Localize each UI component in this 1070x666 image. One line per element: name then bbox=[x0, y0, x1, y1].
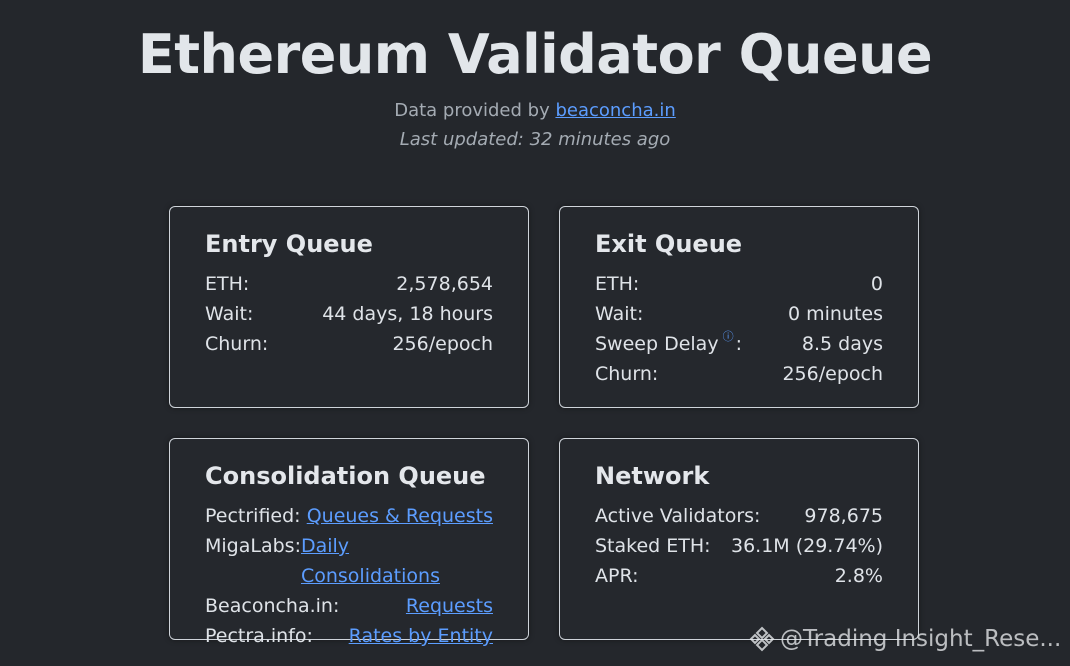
active-validators-row: Active Validators: 978,675 bbox=[595, 501, 883, 531]
exit-churn-label: Churn: bbox=[595, 363, 659, 385]
exit-eth-value: 0 bbox=[870, 273, 883, 295]
network-title: Network bbox=[595, 462, 710, 490]
exit-sweep-delay-value: 8.5 days bbox=[801, 333, 883, 355]
pectra-info-label: Pectra.info: bbox=[205, 625, 313, 647]
watermark: @Trading Insight_Rese... bbox=[748, 625, 1061, 653]
exit-queue-card: Exit Queue ETH: 0 Wait: 0 minutes Sweep … bbox=[559, 206, 919, 408]
entry-queue-card: Entry Queue ETH: 2,578,654 Wait: 44 days… bbox=[169, 206, 529, 408]
entry-eth-row: ETH: 2,578,654 bbox=[205, 269, 493, 299]
pectrified-row: Pectrified: Queues & Requests bbox=[205, 501, 493, 531]
entry-wait-row: Wait: 44 days, 18 hours bbox=[205, 299, 493, 329]
entry-churn-value: 256/epoch bbox=[392, 333, 493, 355]
exit-wait-value: 0 minutes bbox=[787, 303, 883, 325]
watermark-text: @Trading Insight_Rese... bbox=[780, 626, 1062, 652]
exit-wait-row: Wait: 0 minutes bbox=[595, 299, 883, 329]
exit-queue-title: Exit Queue bbox=[595, 230, 743, 258]
active-validators-label: Active Validators: bbox=[595, 505, 761, 527]
binance-diamond-icon bbox=[748, 625, 776, 653]
pectrified-label: Pectrified: bbox=[205, 505, 301, 527]
apr-value: 2.8% bbox=[834, 565, 883, 587]
migalabs-label: MigaLabs: bbox=[205, 535, 301, 557]
staked-eth-value: 36.1M (29.74%) bbox=[730, 535, 883, 557]
beaconchain-row: Beaconcha.in: Requests bbox=[205, 591, 493, 621]
migalabs-link[interactable]: Daily Consolidations bbox=[301, 531, 493, 591]
beaconchain-requests-link[interactable]: Requests bbox=[406, 591, 493, 621]
entry-wait-label: Wait: bbox=[205, 303, 254, 325]
exit-churn-row: Churn: 256/epoch bbox=[595, 359, 883, 389]
page-title: Ethereum Validator Queue bbox=[137, 23, 933, 86]
exit-churn-value: 256/epoch bbox=[782, 363, 883, 385]
staked-eth-label: Staked ETH: bbox=[595, 535, 711, 557]
entry-churn-row: Churn: 256/epoch bbox=[205, 329, 493, 359]
cards-grid: Entry Queue ETH: 2,578,654 Wait: 44 days… bbox=[169, 206, 919, 647]
pectrified-link[interactable]: Queues & Requests bbox=[307, 501, 493, 531]
last-updated: Last updated: 32 minutes ago bbox=[399, 129, 671, 150]
exit-sweep-delay-row: Sweep Delay ⓘ: 8.5 days bbox=[595, 329, 883, 359]
network-card: Network Active Validators: 978,675 Stake… bbox=[559, 438, 919, 640]
beaconchain-link[interactable]: beaconcha.in bbox=[555, 100, 675, 121]
exit-wait-label: Wait: bbox=[595, 303, 644, 325]
apr-label: APR: bbox=[595, 565, 639, 587]
entry-churn-label: Churn: bbox=[205, 333, 269, 355]
pectra-info-link[interactable]: Rates by Entity bbox=[349, 621, 493, 651]
entry-wait-value: 44 days, 18 hours bbox=[322, 303, 493, 325]
exit-sweep-delay-label-group: Sweep Delay ⓘ: bbox=[595, 329, 742, 359]
migalabs-row: MigaLabs: Daily Consolidations bbox=[205, 531, 493, 591]
exit-sweep-delay-label: Sweep Delay bbox=[595, 333, 719, 355]
beaconchain-label: Beaconcha.in: bbox=[205, 595, 340, 617]
active-validators-value: 978,675 bbox=[804, 505, 883, 527]
consolidation-queue-card: Consolidation Queue Pectrified: Queues &… bbox=[169, 438, 529, 647]
data-provider-prefix: Data provided by bbox=[394, 100, 556, 121]
pectra-info-row: Pectra.info: Rates by Entity bbox=[205, 621, 493, 651]
entry-queue-title: Entry Queue bbox=[205, 230, 373, 258]
exit-eth-row: ETH: 0 bbox=[595, 269, 883, 299]
data-provider-line: Data provided by beaconcha.in bbox=[0, 100, 1070, 121]
staked-eth-row: Staked ETH: 36.1M (29.74%) bbox=[595, 531, 883, 561]
entry-eth-value: 2,578,654 bbox=[396, 273, 493, 295]
exit-eth-label: ETH: bbox=[595, 273, 640, 295]
page-header: Ethereum Validator Queue Data provided b… bbox=[0, 0, 1070, 151]
exit-sweep-delay-colon: : bbox=[735, 333, 742, 355]
consolidation-queue-title: Consolidation Queue bbox=[205, 462, 486, 490]
info-icon[interactable]: ⓘ bbox=[723, 329, 734, 345]
apr-row: APR: 2.8% bbox=[595, 561, 883, 591]
entry-eth-label: ETH: bbox=[205, 273, 250, 295]
